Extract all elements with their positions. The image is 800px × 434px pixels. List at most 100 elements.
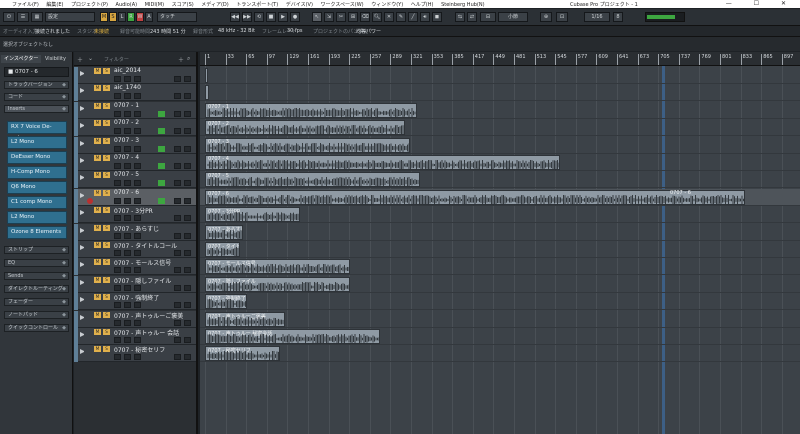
audio-event[interactable]: 0707 - 隠しファイル bbox=[205, 276, 350, 292]
mute-button[interactable]: M bbox=[94, 207, 101, 214]
edit-button[interactable] bbox=[174, 197, 181, 204]
insert-slot-4[interactable]: H-Comp Mono bbox=[7, 166, 67, 179]
track-lane[interactable]: 0707 - モールス信号 bbox=[200, 258, 800, 276]
insert-slot-1[interactable]: RX 7 Voice De-noise bbox=[7, 121, 67, 141]
edit-button[interactable] bbox=[174, 128, 181, 135]
track-row[interactable]: M S 0707 - あらすじ bbox=[74, 223, 196, 241]
glue-tool-icon[interactable]: ⊞ bbox=[348, 12, 358, 22]
read-indicator[interactable] bbox=[158, 197, 165, 204]
track-row[interactable]: M S 0707 - 秘密セリフ bbox=[74, 345, 196, 363]
monitor-button[interactable] bbox=[114, 354, 121, 361]
write-automation-button[interactable] bbox=[134, 197, 141, 204]
read-automation-button[interactable] bbox=[124, 267, 131, 274]
solo-button[interactable]: S bbox=[103, 329, 110, 335]
track-row[interactable]: M S 0707 - 声トゥルーご褒美 bbox=[74, 310, 196, 328]
track-filter[interactable]: フィルター bbox=[104, 56, 129, 63]
track-name[interactable]: 0707 - 声トゥルーご褒美 bbox=[114, 311, 183, 320]
solo-button[interactable]: S bbox=[103, 120, 110, 127]
read-indicator[interactable] bbox=[158, 145, 165, 152]
section-eq[interactable]: EQ ◆ bbox=[4, 259, 69, 267]
monitor-button[interactable] bbox=[114, 93, 121, 100]
mute-tool-icon[interactable]: ✕ bbox=[384, 12, 394, 22]
stop-icon[interactable]: ■ bbox=[266, 12, 276, 22]
expand-icon[interactable] bbox=[80, 349, 85, 355]
quantize-select[interactable]: 1/16 bbox=[584, 12, 610, 22]
track-row[interactable]: M S 0707 - タイトルコール bbox=[74, 241, 196, 258]
edit-button[interactable] bbox=[174, 163, 181, 169]
listen-mode-button[interactable]: L bbox=[118, 12, 126, 22]
constrain-icon[interactable]: ☰ bbox=[17, 12, 29, 22]
expand-icon[interactable] bbox=[80, 332, 85, 337]
audio-event[interactable]: 0707 - 強制終了 bbox=[205, 294, 247, 310]
read-automation-button[interactable] bbox=[124, 232, 131, 239]
edit-button[interactable] bbox=[174, 232, 181, 239]
audio-event[interactable]: 0707 - 秘密セリフ bbox=[205, 346, 280, 362]
activate-project-icon[interactable]: ⏻ bbox=[3, 12, 15, 22]
track-lane[interactable] bbox=[200, 84, 800, 102]
track-row[interactable]: M S 0707 - モールス信号 bbox=[74, 258, 196, 276]
ruler[interactable]: 1 33 65 97 129 161 193 225 257 289 321 353 385 417 449… bbox=[200, 52, 800, 66]
track-name[interactable]: 0707 - 4 bbox=[114, 154, 139, 161]
play-tool-icon[interactable]: 🔊︎ bbox=[420, 12, 430, 22]
window-layout-icon[interactable]: ▦ bbox=[31, 12, 43, 22]
write-automation-button[interactable] bbox=[134, 319, 141, 326]
edit-button[interactable] bbox=[174, 267, 181, 274]
read-indicator[interactable] bbox=[158, 180, 165, 187]
lock-button[interactable] bbox=[184, 284, 191, 291]
monitor-button[interactable] bbox=[114, 337, 121, 343]
track-lane[interactable]: 0707 - 2 bbox=[200, 119, 800, 137]
window-controls[interactable]: — ☐ ✕ bbox=[726, 0, 796, 7]
insert-slot-6[interactable]: C1 comp Mono bbox=[7, 196, 67, 209]
menu-media[interactable]: メディア(D) bbox=[201, 2, 228, 8]
expand-icon[interactable] bbox=[80, 262, 85, 268]
track-name[interactable]: 0707 - あらすじ bbox=[114, 224, 159, 233]
read-automation-button[interactable] bbox=[124, 319, 131, 326]
search-icon[interactable]: ⌕ bbox=[187, 55, 190, 63]
solo-button[interactable]: S bbox=[103, 311, 110, 318]
solo-button[interactable]: S bbox=[103, 224, 110, 231]
write-automation-button[interactable] bbox=[134, 180, 141, 187]
solo-button[interactable]: S bbox=[103, 294, 110, 301]
monitor-button[interactable] bbox=[114, 145, 121, 152]
autoscroll-icon[interactable]: ⇆ bbox=[455, 12, 465, 22]
edit-button[interactable] bbox=[174, 250, 181, 256]
monitor-button[interactable] bbox=[114, 215, 121, 222]
menu-audio[interactable]: Audio(A) bbox=[116, 2, 138, 8]
preset-select[interactable]: 設定 bbox=[45, 12, 95, 22]
expand-icon[interactable] bbox=[80, 158, 85, 163]
track-row[interactable]: M S 0707 - 3分PR bbox=[74, 206, 196, 224]
solo-button[interactable]: S bbox=[103, 68, 110, 74]
write-automation-button[interactable] bbox=[134, 76, 141, 82]
forward-icon[interactable]: ▶▶ bbox=[242, 12, 252, 22]
audio-event[interactable]: 0707 - モールス信号 bbox=[205, 259, 350, 275]
expand-icon[interactable] bbox=[80, 279, 85, 285]
track-row[interactable]: M S 0707 - 6 bbox=[74, 188, 196, 206]
collapse-icon[interactable]: ⌄ bbox=[88, 55, 93, 62]
mute-button[interactable]: M bbox=[94, 346, 101, 353]
edit-button[interactable] bbox=[174, 284, 181, 291]
solo-button[interactable]: S bbox=[103, 172, 110, 179]
monitor-button[interactable] bbox=[114, 250, 121, 256]
expand-icon[interactable] bbox=[80, 210, 85, 216]
read-indicator[interactable] bbox=[158, 110, 165, 117]
expand-icon[interactable] bbox=[80, 88, 85, 94]
write-automation-button[interactable] bbox=[134, 267, 141, 274]
line-tool-icon[interactable]: ╱ bbox=[408, 12, 418, 22]
read-indicator[interactable] bbox=[158, 163, 165, 169]
lock-button[interactable] bbox=[184, 302, 191, 309]
track-name[interactable]: 0707 - 3分PR bbox=[114, 206, 153, 215]
menu-window[interactable]: ウィンドウ(Y) bbox=[371, 2, 403, 8]
section-strip[interactable]: ストリップ ◆ bbox=[4, 246, 69, 254]
read-automation-button[interactable] bbox=[124, 128, 131, 135]
edit-button[interactable] bbox=[174, 302, 181, 309]
audio-event[interactable]: 0707 - タイトル bbox=[205, 242, 240, 257]
quantize-count[interactable]: 8 bbox=[613, 12, 623, 22]
track-name[interactable]: 0707 - 声トゥルー 会話 bbox=[114, 328, 179, 337]
tab-visibility[interactable]: Visibility bbox=[42, 55, 69, 63]
read-mode-button[interactable]: R bbox=[127, 12, 135, 22]
expand-icon[interactable] bbox=[80, 123, 85, 129]
audio-event[interactable]: 0707 - 3 bbox=[205, 137, 410, 153]
solo-button[interactable]: S bbox=[103, 276, 110, 283]
mute-mode-button[interactable]: M bbox=[100, 12, 108, 22]
write-automation-button[interactable] bbox=[134, 250, 141, 256]
